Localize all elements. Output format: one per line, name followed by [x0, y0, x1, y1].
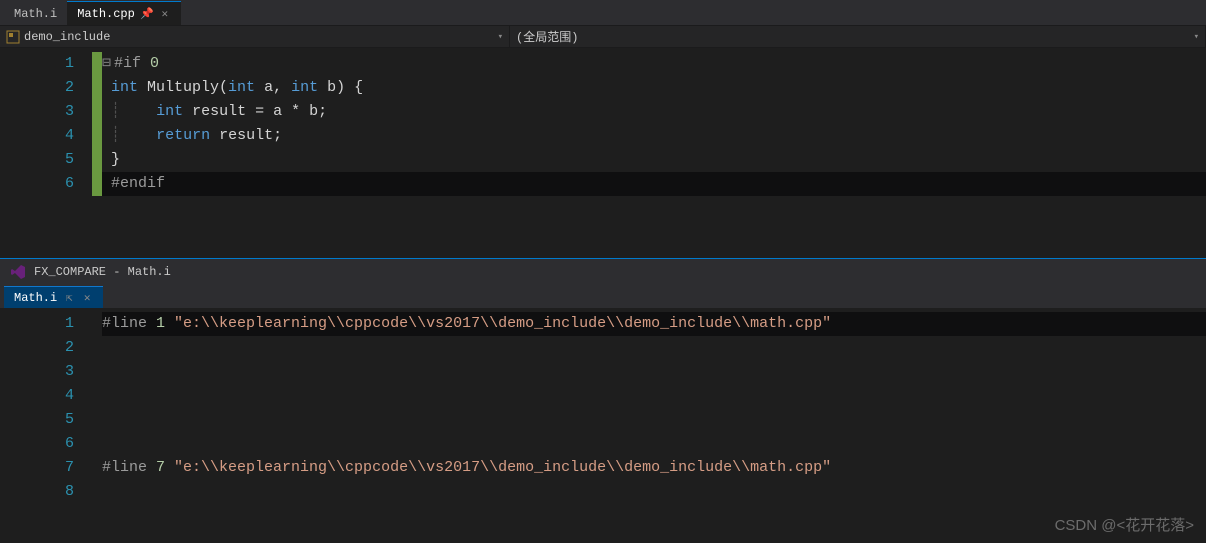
code-area-bottom[interactable]: #line 1 "e:\\keeplearning\\cppcode\\vs20… — [102, 308, 1206, 543]
token: } — [111, 151, 120, 168]
token: result; — [219, 127, 282, 144]
visual-studio-icon — [10, 264, 26, 280]
line-number: 3 — [0, 100, 74, 124]
close-icon[interactable]: ✕ — [159, 8, 171, 20]
member-label: (全局范围) — [516, 28, 578, 45]
token: Multuply( — [147, 79, 228, 96]
line-number: 2 — [0, 76, 74, 100]
code-line[interactable] — [102, 432, 1206, 456]
line-number: 1 — [0, 312, 74, 336]
code-line[interactable] — [102, 336, 1206, 360]
token: 7 — [156, 459, 174, 476]
code-line[interactable]: ┊ int result = a * b; — [102, 100, 1206, 124]
token: int — [111, 79, 147, 96]
line-number: 3 — [0, 360, 74, 384]
line-number: 4 — [0, 124, 74, 148]
tab-label: Math.i — [14, 7, 57, 21]
code-line[interactable]: #line 1 "e:\\keeplearning\\cppcode\\vs20… — [102, 312, 1206, 336]
tab-math-i[interactable]: Math.i — [4, 1, 67, 25]
close-icon[interactable]: ✕ — [81, 292, 93, 304]
token: result = a * b; — [192, 103, 327, 120]
navigation-bar: demo_include ▾ (全局范围) ▾ — [0, 26, 1206, 48]
code-line[interactable]: ⊟#if 0 — [102, 52, 1206, 76]
token: "e:\\keeplearning\\cppcode\\vs2017\\demo… — [174, 315, 831, 332]
code-line[interactable]: } — [102, 148, 1206, 172]
line-number: 2 — [0, 336, 74, 360]
token: int — [291, 79, 327, 96]
token: return — [156, 127, 219, 144]
code-area-top[interactable]: ⊟#if 0 int Multuply(int a, int b) { ┊ in… — [102, 48, 1206, 258]
code-line[interactable]: #line 7 "e:\\keeplearning\\cppcode\\vs20… — [102, 456, 1206, 480]
pin-icon[interactable]: ⇱ — [63, 292, 75, 304]
token: a, — [264, 79, 291, 96]
line-number: 5 — [0, 148, 74, 172]
line-number: 5 — [0, 408, 74, 432]
code-line[interactable]: #endif — [102, 172, 1206, 196]
chevron-down-icon: ▾ — [1194, 32, 1199, 42]
code-line[interactable] — [102, 480, 1206, 504]
tab-math-cpp[interactable]: Math.cpp 📌 ✕ — [67, 1, 181, 25]
tab-label: Math.cpp — [77, 7, 135, 21]
watermark: CSDN @<花开花落> — [1055, 514, 1194, 535]
token: int — [156, 103, 192, 120]
code-line[interactable] — [102, 360, 1206, 384]
editor-bottom[interactable]: 1 2 3 4 5 6 7 8 #line 1 "e:\\keeplearnin… — [0, 308, 1206, 543]
pane2-titlebar[interactable]: FX_COMPARE - Math.i — [0, 258, 1206, 284]
project-icon — [6, 30, 20, 44]
token: #if — [114, 55, 150, 72]
fold-icon[interactable]: ⊟ — [102, 52, 114, 76]
line-number: 6 — [0, 432, 74, 456]
pane2-title-label: FX_COMPARE - Math.i — [34, 265, 171, 279]
change-margin — [92, 48, 102, 258]
token — [120, 103, 156, 120]
scope-dropdown[interactable]: demo_include ▾ — [0, 26, 510, 47]
code-line[interactable]: ┊ return result; — [102, 124, 1206, 148]
token: #line — [102, 459, 156, 476]
change-margin — [92, 308, 102, 543]
scope-label: demo_include — [24, 30, 110, 44]
token: #line — [102, 315, 156, 332]
token: #endif — [111, 175, 165, 192]
pin-icon[interactable]: 📌 — [141, 8, 153, 20]
code-line[interactable] — [102, 408, 1206, 432]
tab-strip-bottom: Math.i ⇱ ✕ — [0, 284, 1206, 308]
line-number: 4 — [0, 384, 74, 408]
chevron-down-icon: ▾ — [498, 32, 503, 42]
token: 1 — [156, 315, 174, 332]
token: int — [228, 79, 264, 96]
tab-label: Math.i — [14, 291, 57, 305]
line-number: 6 — [0, 172, 74, 196]
token: "e:\\keeplearning\\cppcode\\vs2017\\demo… — [174, 459, 831, 476]
member-dropdown[interactable]: (全局范围) ▾ — [510, 26, 1206, 47]
code-line[interactable]: int Multuply(int a, int b) { — [102, 76, 1206, 100]
line-number: 1 — [0, 52, 74, 76]
line-number-gutter: 1 2 3 4 5 6 — [0, 48, 92, 258]
line-number: 8 — [0, 480, 74, 504]
code-line[interactable] — [102, 384, 1206, 408]
line-number-gutter: 1 2 3 4 5 6 7 8 — [0, 308, 92, 543]
token — [120, 127, 156, 144]
token: b) { — [327, 79, 363, 96]
tab-math-i-bottom[interactable]: Math.i ⇱ ✕ — [4, 286, 103, 308]
token: 0 — [150, 55, 159, 72]
tab-strip-top: Math.i Math.cpp 📌 ✕ — [0, 0, 1206, 26]
editor-top[interactable]: 1 2 3 4 5 6 ⊟#if 0 int Multuply(int a, i… — [0, 48, 1206, 258]
line-number: 7 — [0, 456, 74, 480]
